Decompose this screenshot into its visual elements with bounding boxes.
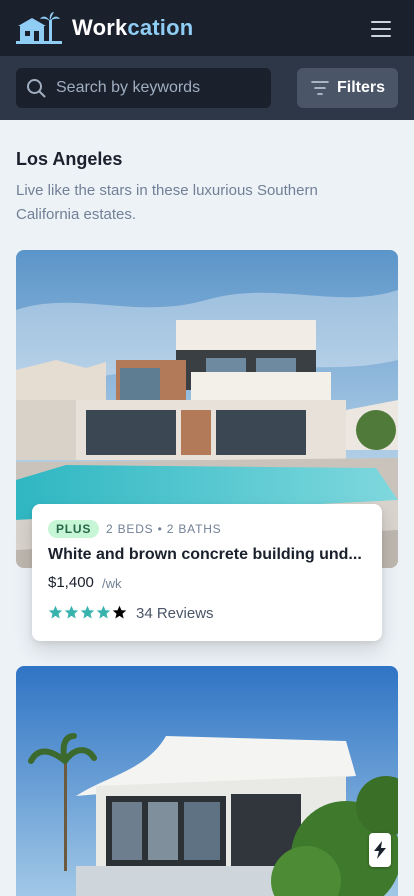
beds-baths: 2 beds • 2 baths	[106, 522, 222, 536]
filter-lines-icon	[311, 81, 329, 95]
app-header: Workcation	[0, 0, 414, 56]
hamburger-line	[371, 35, 391, 37]
star-filled-icon	[64, 605, 79, 619]
search-icon	[27, 79, 46, 98]
instant-book-button[interactable]	[369, 833, 391, 867]
search-field[interactable]	[16, 68, 271, 108]
filters-button[interactable]: Filters	[297, 68, 398, 108]
logo[interactable]: Workcation	[16, 12, 193, 44]
menu-button[interactable]	[371, 21, 391, 37]
listing-photo[interactable]	[16, 666, 398, 896]
hamburger-line	[371, 28, 391, 30]
review-count[interactable]: 34 Reviews	[136, 605, 214, 622]
section-title: Los Angeles	[16, 149, 123, 169]
star-filled-icon	[96, 605, 111, 619]
plus-badge: Plus	[48, 520, 100, 538]
star-filled-icon	[80, 605, 95, 619]
listing-card[interactable]: Plus 2 beds • 2 baths White and brown co…	[32, 504, 382, 641]
listing-price: $1,400	[48, 574, 94, 591]
star-filled-icon	[48, 605, 63, 619]
hamburger-menu-icon	[371, 21, 391, 23]
section-description: Live like the stars in these luxurious S…	[16, 182, 318, 223]
search-bar: Filters	[0, 56, 414, 120]
filters-label: Filters	[337, 79, 386, 96]
logo-text-primary: Work	[72, 15, 128, 40]
house-photo-image	[16, 666, 398, 896]
price-unit: /wk	[102, 576, 122, 591]
search-input[interactable]	[56, 68, 266, 108]
logo-wordmark: Workcation	[72, 15, 193, 41]
logo-text-accent: cation	[127, 15, 194, 40]
star-empty-icon	[112, 605, 127, 619]
listing-title[interactable]: White and brown concrete building und...	[48, 546, 366, 564]
star-rating	[48, 605, 127, 620]
lightning-bolt-icon	[374, 841, 386, 859]
house-palm-icon	[16, 12, 62, 44]
